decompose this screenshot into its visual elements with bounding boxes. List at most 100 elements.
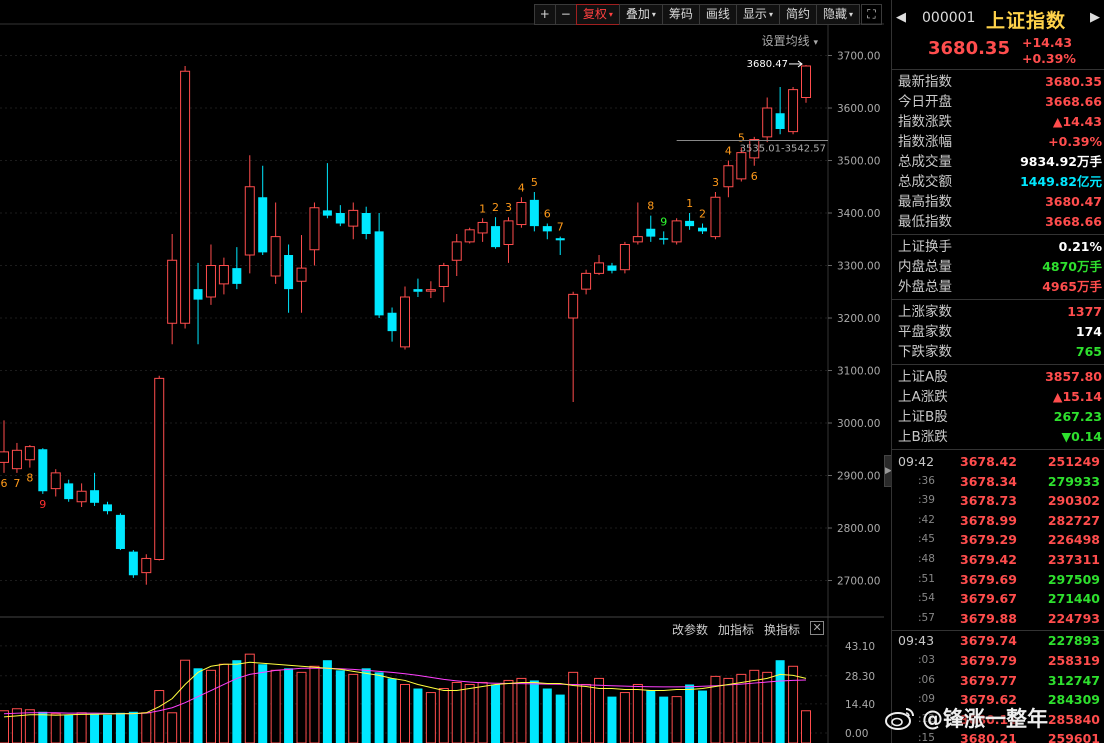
tick-volume: 279933: [1047, 473, 1100, 489]
chart-area[interactable]: 2700.00 2800.00 2900.00 3000.00 3100.00 3200.…: [0, 0, 884, 743]
price-change: +14.43: [1022, 35, 1073, 50]
quote-label: 指数涨幅: [898, 134, 952, 150]
watermark: @锋涨一整年: [884, 703, 1048, 733]
candle-body: [374, 231, 384, 316]
candle-body: [11, 449, 22, 470]
quote-row: 最低指数 3668.66: [892, 212, 1104, 232]
change-param-button[interactable]: 改参数: [672, 621, 708, 638]
turnover-row: 外盘总量 4965万手: [892, 277, 1104, 297]
prev-stock-icon[interactable]: ◀: [896, 10, 906, 25]
quote-value: 1449.82亿元: [1020, 174, 1102, 189]
add-indicator-button[interactable]: 加指标: [718, 621, 754, 638]
tick-row: :48 3679.42 237311: [892, 550, 1104, 570]
volume-bar: [619, 692, 630, 743]
tick-row: 09:43 3679.74 227893: [892, 631, 1104, 651]
display-label: 显示: [742, 7, 767, 21]
candle-body: [710, 196, 721, 238]
quote-label: 总成交量: [898, 154, 952, 170]
candle-body: [38, 449, 48, 492]
tick-volume: 259601: [1047, 731, 1100, 743]
zoom-out-button[interactable]: −: [554, 4, 577, 25]
td-count-label: 3: [505, 201, 512, 214]
close-icon[interactable]: ✕: [810, 621, 825, 635]
change-indicator-button[interactable]: 换指标: [764, 621, 800, 638]
volume-bar: [270, 669, 281, 743]
volume-bar: [258, 664, 268, 743]
volume-bar: [335, 670, 345, 743]
volume-bar: [425, 692, 436, 743]
volume-bar: [529, 680, 539, 743]
td-count-label: 9: [39, 498, 46, 511]
zoom-in-button[interactable]: +: [533, 4, 556, 25]
volume-bar: [516, 677, 527, 743]
breadth-row: 平盘家数 174: [892, 322, 1104, 342]
volume-bar: [361, 668, 371, 743]
volume-bar: [50, 713, 61, 743]
quote-side-panel: ◀ 000001 上证指数 ▶ 3680.35 +14.43 +0.39% 最新…: [892, 0, 1104, 743]
overlay-label: 叠加: [625, 7, 650, 21]
price-tick-label: 3000.00: [837, 418, 880, 430]
hide-button[interactable]: 隐藏 ▾: [815, 4, 860, 25]
breadth-row: 上涨家数 1377: [892, 302, 1104, 322]
candle-body: [361, 213, 371, 234]
tick-volume: 237311: [1047, 551, 1100, 567]
candle-body: [76, 490, 87, 503]
price-tick-label: 3700.00: [837, 51, 880, 63]
tick-price: 3678.73: [960, 493, 1017, 509]
high-price-label: 3680.47: [747, 59, 788, 70]
quote-row: 指数涨幅 +0.39%: [892, 132, 1104, 152]
candle-body: [438, 265, 449, 287]
tick-volume: 284309: [1047, 692, 1100, 708]
hide-label: 隐藏: [822, 7, 847, 21]
next-stock-icon[interactable]: ▶: [1090, 10, 1100, 25]
tick-price: 3679.67: [960, 591, 1017, 607]
td-count-label: 9: [660, 215, 667, 228]
draw-line-label: 画线: [705, 7, 730, 21]
overlay-button[interactable]: 叠加 ▾: [618, 4, 663, 25]
candle-body: [64, 483, 74, 500]
candle-body: [659, 238, 669, 240]
volume-bar: [322, 660, 332, 743]
tick-time: :42: [918, 513, 935, 526]
tick-row: :54 3679.67 271440: [892, 589, 1104, 609]
candle-body: [141, 557, 152, 574]
candle-body: [167, 259, 178, 324]
tick-row: 09:42 3678.42 251249: [892, 452, 1104, 472]
ab-share-row: 上B涨跌 ▼0.14: [892, 427, 1104, 447]
quote-value: 4965万手: [1042, 279, 1102, 294]
fullscreen-icon[interactable]: ⛶: [861, 4, 882, 25]
draw-line-button[interactable]: 画线: [698, 4, 737, 25]
ma-setting-button[interactable]: 设置均线 ▾: [762, 32, 818, 49]
fuquan-button[interactable]: 复权 ▾: [575, 4, 620, 25]
simple-button[interactable]: 简约: [778, 4, 817, 25]
candle-body: [619, 244, 630, 271]
candle-body: [205, 265, 216, 298]
tick-time: :39: [918, 494, 935, 507]
candle-body: [607, 265, 617, 271]
candle-body: [50, 472, 61, 490]
quote-value: 174: [1075, 324, 1102, 339]
volume-bar: [348, 673, 359, 743]
quote-label: 最高指数: [898, 194, 952, 210]
chevron-down-icon: ▾: [848, 10, 853, 19]
tick-time: :54: [918, 592, 935, 605]
volume-bar: [451, 681, 462, 743]
volume-bar: [64, 714, 74, 743]
volume-bar: [477, 681, 488, 743]
display-button[interactable]: 显示 ▾: [735, 4, 780, 25]
volume-bar: [102, 714, 112, 743]
ab-share-row: 上A涨跌 ▲15.14: [892, 387, 1104, 407]
tick-group-0942: 09:42 3678.42 251249:36 3678.34 279933:39 367…: [892, 450, 1104, 632]
price-tick-label: 3600.00: [837, 103, 880, 115]
tick-list[interactable]: 09:42 3678.42 251249:36 3678.34 279933:39 367…: [892, 450, 1104, 743]
chips-button[interactable]: 筹码: [661, 4, 700, 25]
quote-value: 3668.66: [1045, 94, 1102, 109]
volume-bar: [491, 684, 501, 743]
candle-body: [154, 377, 165, 560]
td-count-label: 6: [1, 477, 8, 490]
quote-group-turnover: 上证换手 0.21% 内盘总量 4870万手 外盘总量 4965万手: [892, 235, 1104, 300]
candle-body: [503, 220, 514, 245]
tick-price: 3679.42: [960, 551, 1017, 567]
quote-value: 3680.35: [1045, 74, 1102, 89]
candle-body: [762, 107, 773, 138]
